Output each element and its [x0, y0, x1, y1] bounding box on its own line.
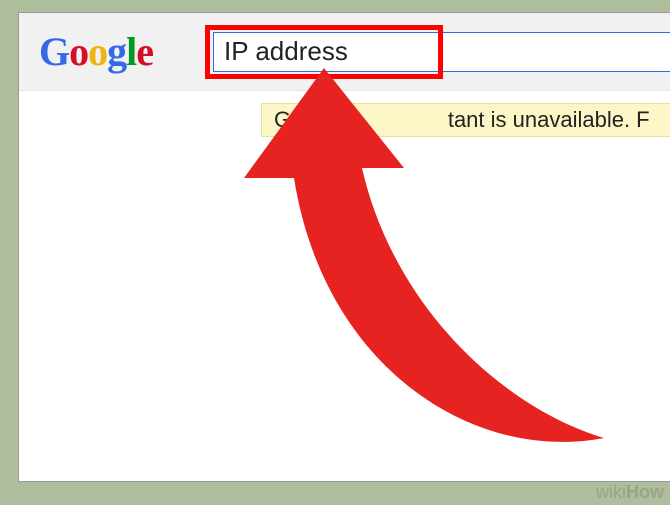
watermark-part1: wiki — [596, 482, 626, 502]
notice-text-left: Goog — [274, 107, 328, 133]
google-logo[interactable]: Google — [39, 28, 153, 75]
watermark-part2: How — [626, 482, 664, 502]
logo-letter: g — [107, 29, 126, 74]
search-input[interactable] — [213, 32, 670, 72]
instant-unavailable-notice: Goog tant is unavailable. F — [261, 103, 670, 137]
watermark: wikiHow — [596, 482, 664, 503]
logo-letter: o — [88, 29, 107, 74]
logo-letter: o — [69, 29, 88, 74]
notice-text-right: tant is unavailable. F — [448, 107, 650, 133]
logo-letter: l — [126, 29, 136, 74]
browser-window: Google Goog tant is unavailable. F — [18, 12, 670, 482]
logo-letter: G — [39, 29, 69, 74]
search-container — [213, 27, 670, 77]
header-bar: Google — [19, 13, 670, 91]
logo-letter: e — [136, 29, 153, 74]
